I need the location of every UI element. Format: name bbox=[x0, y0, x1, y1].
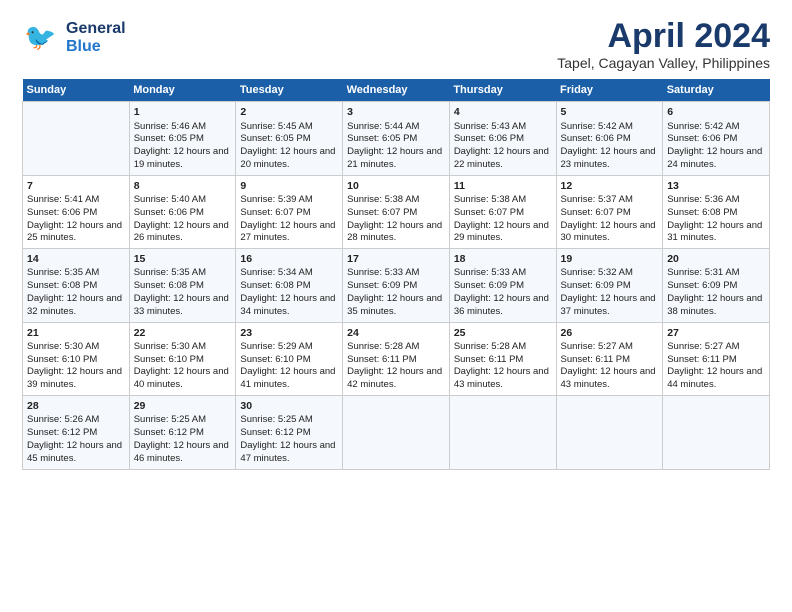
logo-label: General Blue bbox=[66, 20, 126, 55]
day-number: 19 bbox=[561, 252, 659, 266]
day-number: 20 bbox=[667, 252, 765, 266]
list-item bbox=[663, 396, 770, 469]
day-number: 9 bbox=[240, 179, 338, 193]
list-item: 12Sunrise: 5:37 AMSunset: 6:07 PMDayligh… bbox=[556, 175, 663, 248]
list-item: 1Sunrise: 5:46 AMSunset: 6:05 PMDaylight… bbox=[129, 102, 236, 175]
list-item bbox=[449, 396, 556, 469]
day-number: 8 bbox=[134, 179, 232, 193]
day-number: 10 bbox=[347, 179, 445, 193]
list-item: 4Sunrise: 5:43 AMSunset: 6:06 PMDaylight… bbox=[449, 102, 556, 175]
day-number: 7 bbox=[27, 179, 125, 193]
col-tuesday: Tuesday bbox=[236, 79, 343, 102]
day-number: 11 bbox=[454, 179, 552, 193]
table-row: 28Sunrise: 5:26 AMSunset: 6:12 PMDayligh… bbox=[23, 396, 770, 469]
day-number: 21 bbox=[27, 326, 125, 340]
day-number: 27 bbox=[667, 326, 765, 340]
col-wednesday: Wednesday bbox=[343, 79, 450, 102]
table-row: 14Sunrise: 5:35 AMSunset: 6:08 PMDayligh… bbox=[23, 249, 770, 322]
list-item: 8Sunrise: 5:40 AMSunset: 6:06 PMDaylight… bbox=[129, 175, 236, 248]
day-number: 18 bbox=[454, 252, 552, 266]
col-monday: Monday bbox=[129, 79, 236, 102]
list-item: 28Sunrise: 5:26 AMSunset: 6:12 PMDayligh… bbox=[23, 396, 130, 469]
page: 🐦 General Blue April 2024 Tapel, Cagayan… bbox=[0, 0, 792, 612]
list-item: 29Sunrise: 5:25 AMSunset: 6:12 PMDayligh… bbox=[129, 396, 236, 469]
list-item: 14Sunrise: 5:35 AMSunset: 6:08 PMDayligh… bbox=[23, 249, 130, 322]
list-item: 7Sunrise: 5:41 AMSunset: 6:06 PMDaylight… bbox=[23, 175, 130, 248]
list-item: 16Sunrise: 5:34 AMSunset: 6:08 PMDayligh… bbox=[236, 249, 343, 322]
logo: 🐦 General Blue bbox=[22, 18, 126, 58]
day-number: 12 bbox=[561, 179, 659, 193]
list-item: 24Sunrise: 5:28 AMSunset: 6:11 PMDayligh… bbox=[343, 322, 450, 395]
col-thursday: Thursday bbox=[449, 79, 556, 102]
list-item: 25Sunrise: 5:28 AMSunset: 6:11 PMDayligh… bbox=[449, 322, 556, 395]
list-item: 3Sunrise: 5:44 AMSunset: 6:05 PMDaylight… bbox=[343, 102, 450, 175]
list-item: 18Sunrise: 5:33 AMSunset: 6:09 PMDayligh… bbox=[449, 249, 556, 322]
day-number: 5 bbox=[561, 105, 659, 119]
logo-general-text: General bbox=[66, 20, 126, 38]
table-row: 1Sunrise: 5:46 AMSunset: 6:05 PMDaylight… bbox=[23, 102, 770, 175]
list-item: 30Sunrise: 5:25 AMSunset: 6:12 PMDayligh… bbox=[236, 396, 343, 469]
list-item: 2Sunrise: 5:45 AMSunset: 6:05 PMDaylight… bbox=[236, 102, 343, 175]
day-number: 13 bbox=[667, 179, 765, 193]
day-number: 14 bbox=[27, 252, 125, 266]
list-item: 17Sunrise: 5:33 AMSunset: 6:09 PMDayligh… bbox=[343, 249, 450, 322]
day-number: 29 bbox=[134, 399, 232, 413]
logo-bird-icon: 🐦 bbox=[22, 18, 62, 58]
day-number: 24 bbox=[347, 326, 445, 340]
day-number: 26 bbox=[561, 326, 659, 340]
day-number: 30 bbox=[240, 399, 338, 413]
list-item: 21Sunrise: 5:30 AMSunset: 6:10 PMDayligh… bbox=[23, 322, 130, 395]
list-item: 15Sunrise: 5:35 AMSunset: 6:08 PMDayligh… bbox=[129, 249, 236, 322]
day-number: 3 bbox=[347, 105, 445, 119]
table-header-row: Sunday Monday Tuesday Wednesday Thursday… bbox=[23, 79, 770, 102]
header: 🐦 General Blue April 2024 Tapel, Cagayan… bbox=[22, 18, 770, 71]
col-sunday: Sunday bbox=[23, 79, 130, 102]
list-item: 27Sunrise: 5:27 AMSunset: 6:11 PMDayligh… bbox=[663, 322, 770, 395]
list-item: 11Sunrise: 5:38 AMSunset: 6:07 PMDayligh… bbox=[449, 175, 556, 248]
day-number: 16 bbox=[240, 252, 338, 266]
day-number: 28 bbox=[27, 399, 125, 413]
list-item: 20Sunrise: 5:31 AMSunset: 6:09 PMDayligh… bbox=[663, 249, 770, 322]
day-number: 1 bbox=[134, 105, 232, 119]
svg-text:🐦: 🐦 bbox=[24, 22, 56, 52]
table-row: 7Sunrise: 5:41 AMSunset: 6:06 PMDaylight… bbox=[23, 175, 770, 248]
list-item: 13Sunrise: 5:36 AMSunset: 6:08 PMDayligh… bbox=[663, 175, 770, 248]
page-title: April 2024 bbox=[557, 18, 770, 55]
col-saturday: Saturday bbox=[663, 79, 770, 102]
list-item: 10Sunrise: 5:38 AMSunset: 6:07 PMDayligh… bbox=[343, 175, 450, 248]
list-item: 5Sunrise: 5:42 AMSunset: 6:06 PMDaylight… bbox=[556, 102, 663, 175]
list-item bbox=[23, 102, 130, 175]
list-item: 6Sunrise: 5:42 AMSunset: 6:06 PMDaylight… bbox=[663, 102, 770, 175]
table-row: 21Sunrise: 5:30 AMSunset: 6:10 PMDayligh… bbox=[23, 322, 770, 395]
day-number: 6 bbox=[667, 105, 765, 119]
day-number: 22 bbox=[134, 326, 232, 340]
logo-blue-text: Blue bbox=[66, 38, 126, 56]
list-item: 22Sunrise: 5:30 AMSunset: 6:10 PMDayligh… bbox=[129, 322, 236, 395]
day-number: 23 bbox=[240, 326, 338, 340]
list-item: 9Sunrise: 5:39 AMSunset: 6:07 PMDaylight… bbox=[236, 175, 343, 248]
day-number: 2 bbox=[240, 105, 338, 119]
col-friday: Friday bbox=[556, 79, 663, 102]
day-number: 15 bbox=[134, 252, 232, 266]
list-item bbox=[556, 396, 663, 469]
day-number: 25 bbox=[454, 326, 552, 340]
title-block: April 2024 Tapel, Cagayan Valley, Philip… bbox=[557, 18, 770, 71]
page-subtitle: Tapel, Cagayan Valley, Philippines bbox=[557, 55, 770, 71]
list-item: 19Sunrise: 5:32 AMSunset: 6:09 PMDayligh… bbox=[556, 249, 663, 322]
day-number: 17 bbox=[347, 252, 445, 266]
list-item bbox=[343, 396, 450, 469]
calendar-table: Sunday Monday Tuesday Wednesday Thursday… bbox=[22, 79, 770, 469]
list-item: 26Sunrise: 5:27 AMSunset: 6:11 PMDayligh… bbox=[556, 322, 663, 395]
list-item: 23Sunrise: 5:29 AMSunset: 6:10 PMDayligh… bbox=[236, 322, 343, 395]
day-number: 4 bbox=[454, 105, 552, 119]
